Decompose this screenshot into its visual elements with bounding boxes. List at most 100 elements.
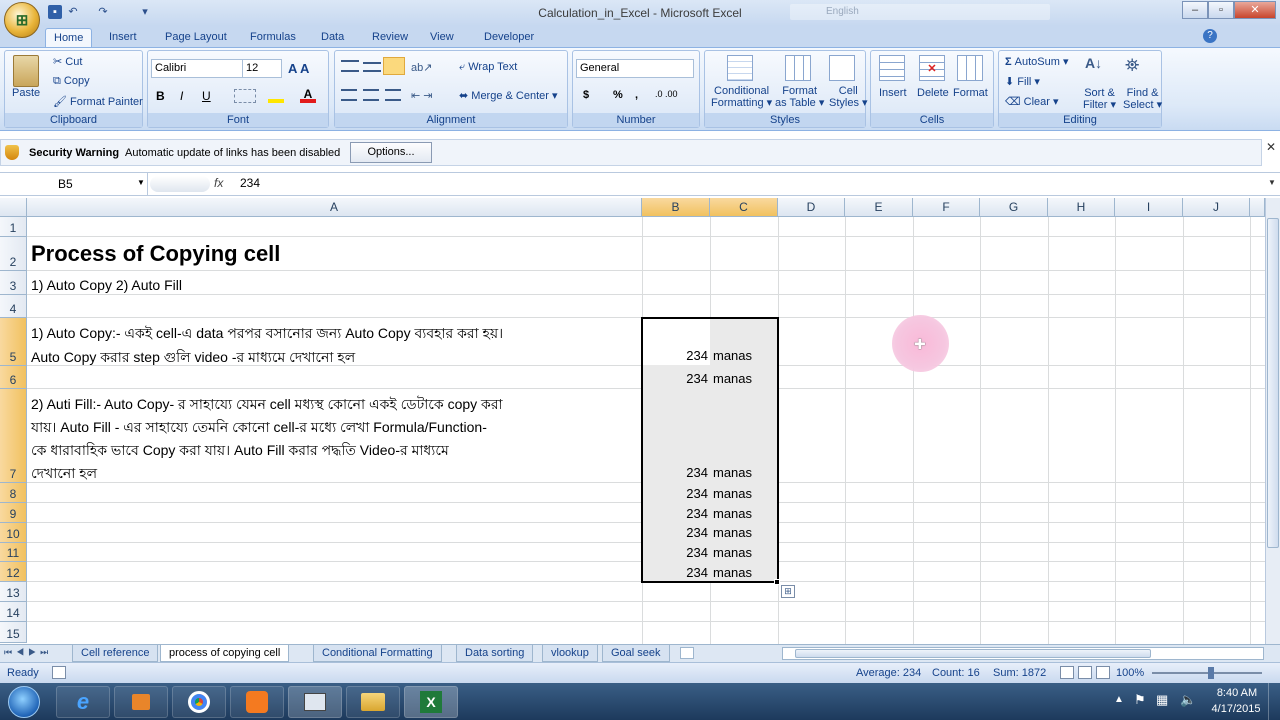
align-top-icon[interactable] (341, 60, 359, 72)
cell-styles-button[interactable]: Cell Styles ▾ (829, 85, 868, 109)
chrome-icon[interactable] (172, 686, 226, 718)
app-icon[interactable] (230, 686, 284, 718)
zoom-level[interactable]: 100% (1116, 667, 1144, 679)
indent-icon[interactable]: ⇤ ⇥ (411, 89, 433, 102)
clock-time[interactable]: 8:40 AM (1212, 687, 1262, 699)
name-box-dropdown-icon[interactable]: ▼ (137, 178, 145, 187)
currency-button[interactable]: $ (583, 89, 589, 101)
office-button[interactable]: ⊞ (4, 2, 40, 38)
worksheet-grid[interactable]: A B C D E F G H I J 1 2 3 4 5 6 7 8 9 10… (0, 198, 1265, 644)
italic-button[interactable]: I (180, 89, 183, 103)
column-header-i[interactable]: I (1115, 198, 1183, 217)
paste-icon[interactable] (13, 55, 39, 87)
internet-explorer-icon[interactable]: e (56, 686, 110, 718)
fill-button[interactable]: ⬇ Fill ▾ (1005, 75, 1040, 88)
percent-button[interactable]: % (613, 89, 623, 101)
close-button[interactable]: ✕ (1234, 1, 1276, 19)
flag-icon[interactable]: ⚑ (1134, 692, 1146, 708)
formula-bar-handle[interactable] (150, 176, 210, 192)
name-box[interactable]: B5 (0, 173, 148, 195)
minimize-button[interactable]: – (1182, 1, 1208, 19)
underline-button[interactable]: U (202, 89, 211, 103)
align-bottom-icon[interactable] (383, 57, 405, 75)
column-header-e[interactable]: E (845, 198, 913, 217)
window-app-icon[interactable] (288, 686, 342, 718)
font-name-select[interactable]: Calibri (151, 59, 243, 78)
normal-view-icon[interactable] (1060, 666, 1074, 679)
row-header-15[interactable]: 15 (0, 622, 27, 643)
tab-formulas[interactable]: Formulas (242, 28, 304, 48)
row-header-9[interactable]: 9 (0, 503, 27, 523)
save-icon[interactable]: ▪ (48, 5, 62, 19)
cell-b9[interactable]: 234 (642, 506, 708, 521)
cell-c10[interactable]: manas (713, 525, 752, 540)
format-as-table-icon[interactable] (785, 55, 811, 81)
cell-styles-icon[interactable] (829, 55, 855, 81)
orientation-icon[interactable]: ab↗ (411, 61, 432, 74)
sheet-tab-data-sorting[interactable]: Data sorting (456, 645, 534, 662)
row-header-11[interactable]: 11 (0, 543, 27, 562)
volume-icon[interactable]: 🔈 (1180, 692, 1196, 708)
cell-b10[interactable]: 234 (642, 525, 708, 540)
row-header-10[interactable]: 10 (0, 523, 27, 543)
column-header-k[interactable] (1250, 198, 1265, 217)
sheet-tab-vlookup[interactable]: vlookup (542, 645, 598, 662)
show-desktop-button[interactable] (1268, 683, 1280, 720)
find-select-button[interactable]: Find & Select ▾ (1123, 87, 1162, 111)
sheet-tab-conditional-formatting[interactable]: Conditional Formatting (313, 645, 442, 662)
column-header-b[interactable]: B (642, 198, 710, 217)
binoculars-icon[interactable]: ⛯ (1125, 55, 1151, 81)
cell-b8[interactable]: 234 (642, 486, 708, 501)
tab-home[interactable]: Home (45, 28, 93, 48)
sheet-nav-arrows-icon[interactable]: ⏮◀▶⏭ (4, 647, 52, 658)
cell-c7[interactable]: manas (713, 465, 752, 480)
sort-filter-button[interactable]: Sort & Filter ▾ (1083, 87, 1116, 111)
format-painter-button[interactable]: 🖌 Format Painter (53, 95, 143, 108)
cell-b12[interactable]: 234 (642, 565, 708, 580)
vertical-scroll-thumb[interactable] (1267, 218, 1279, 548)
font-color-icon[interactable]: A (300, 87, 316, 103)
row-header-2[interactable]: 2 (0, 237, 27, 271)
cell-c8[interactable]: manas (713, 486, 752, 501)
column-header-d[interactable]: D (778, 198, 845, 217)
row-header-5[interactable]: 5 (0, 318, 27, 366)
zoom-slider-thumb[interactable] (1208, 667, 1214, 679)
sort-filter-icon[interactable]: A↓ (1085, 55, 1111, 81)
delete-cells-button[interactable]: Delete (917, 87, 949, 99)
sheet-tab-cell-reference[interactable]: Cell reference (72, 645, 159, 662)
sheet-tab-goal-seek[interactable]: Goal seek (602, 645, 670, 662)
tab-insert[interactable]: Insert (101, 28, 145, 48)
cell-b7[interactable]: 234 (642, 465, 708, 480)
media-player-icon[interactable] (114, 686, 168, 718)
row-header-13[interactable]: 13 (0, 582, 27, 602)
column-header-h[interactable]: H (1048, 198, 1115, 217)
select-all-corner[interactable] (0, 198, 27, 217)
insert-cells-button[interactable]: Insert (879, 87, 907, 99)
insert-sheet-icon[interactable] (680, 647, 694, 659)
cell-c11[interactable]: manas (713, 545, 752, 560)
undo-icon[interactable]: ↶ (66, 5, 80, 19)
sheet-tab-process-of-copying-cell[interactable]: process of copying cell (160, 645, 290, 662)
paste-label[interactable]: Paste (12, 87, 40, 99)
row-header-14[interactable]: 14 (0, 602, 27, 622)
cell-a7-line-2[interactable]: যায়। Auto Fill - এর সাহায্যে তেমনি কোনো… (31, 416, 487, 440)
comma-button[interactable]: , (635, 89, 638, 101)
cell-a2[interactable]: Process of Copying cell (31, 241, 280, 267)
format-cells-icon[interactable] (957, 55, 983, 81)
tab-data[interactable]: Data (313, 28, 352, 48)
cut-button[interactable]: ✂ Cut (53, 55, 82, 68)
start-button-icon[interactable] (8, 686, 40, 718)
auto-fill-options-icon[interactable]: ⊞ (781, 585, 795, 598)
align-right-icon[interactable] (385, 89, 401, 101)
font-size-select[interactable]: 12 (242, 59, 282, 78)
cell-a5-line-1[interactable]: 1) Auto Copy:- একই cell-এ data পরপর বসান… (31, 322, 503, 346)
help-icon[interactable]: ? (1203, 29, 1217, 43)
tab-developer[interactable]: Developer (476, 28, 542, 48)
format-as-table-button[interactable]: Format as Table ▾ (775, 85, 824, 109)
borders-icon[interactable] (234, 89, 256, 103)
cell-c12[interactable]: manas (713, 565, 752, 580)
page-layout-view-icon[interactable] (1078, 666, 1092, 679)
wrap-text-button[interactable]: ⤶ Wrap Text (459, 61, 517, 74)
row-header-7[interactable]: 7 (0, 389, 27, 483)
formula-input[interactable]: 234 (240, 176, 260, 190)
